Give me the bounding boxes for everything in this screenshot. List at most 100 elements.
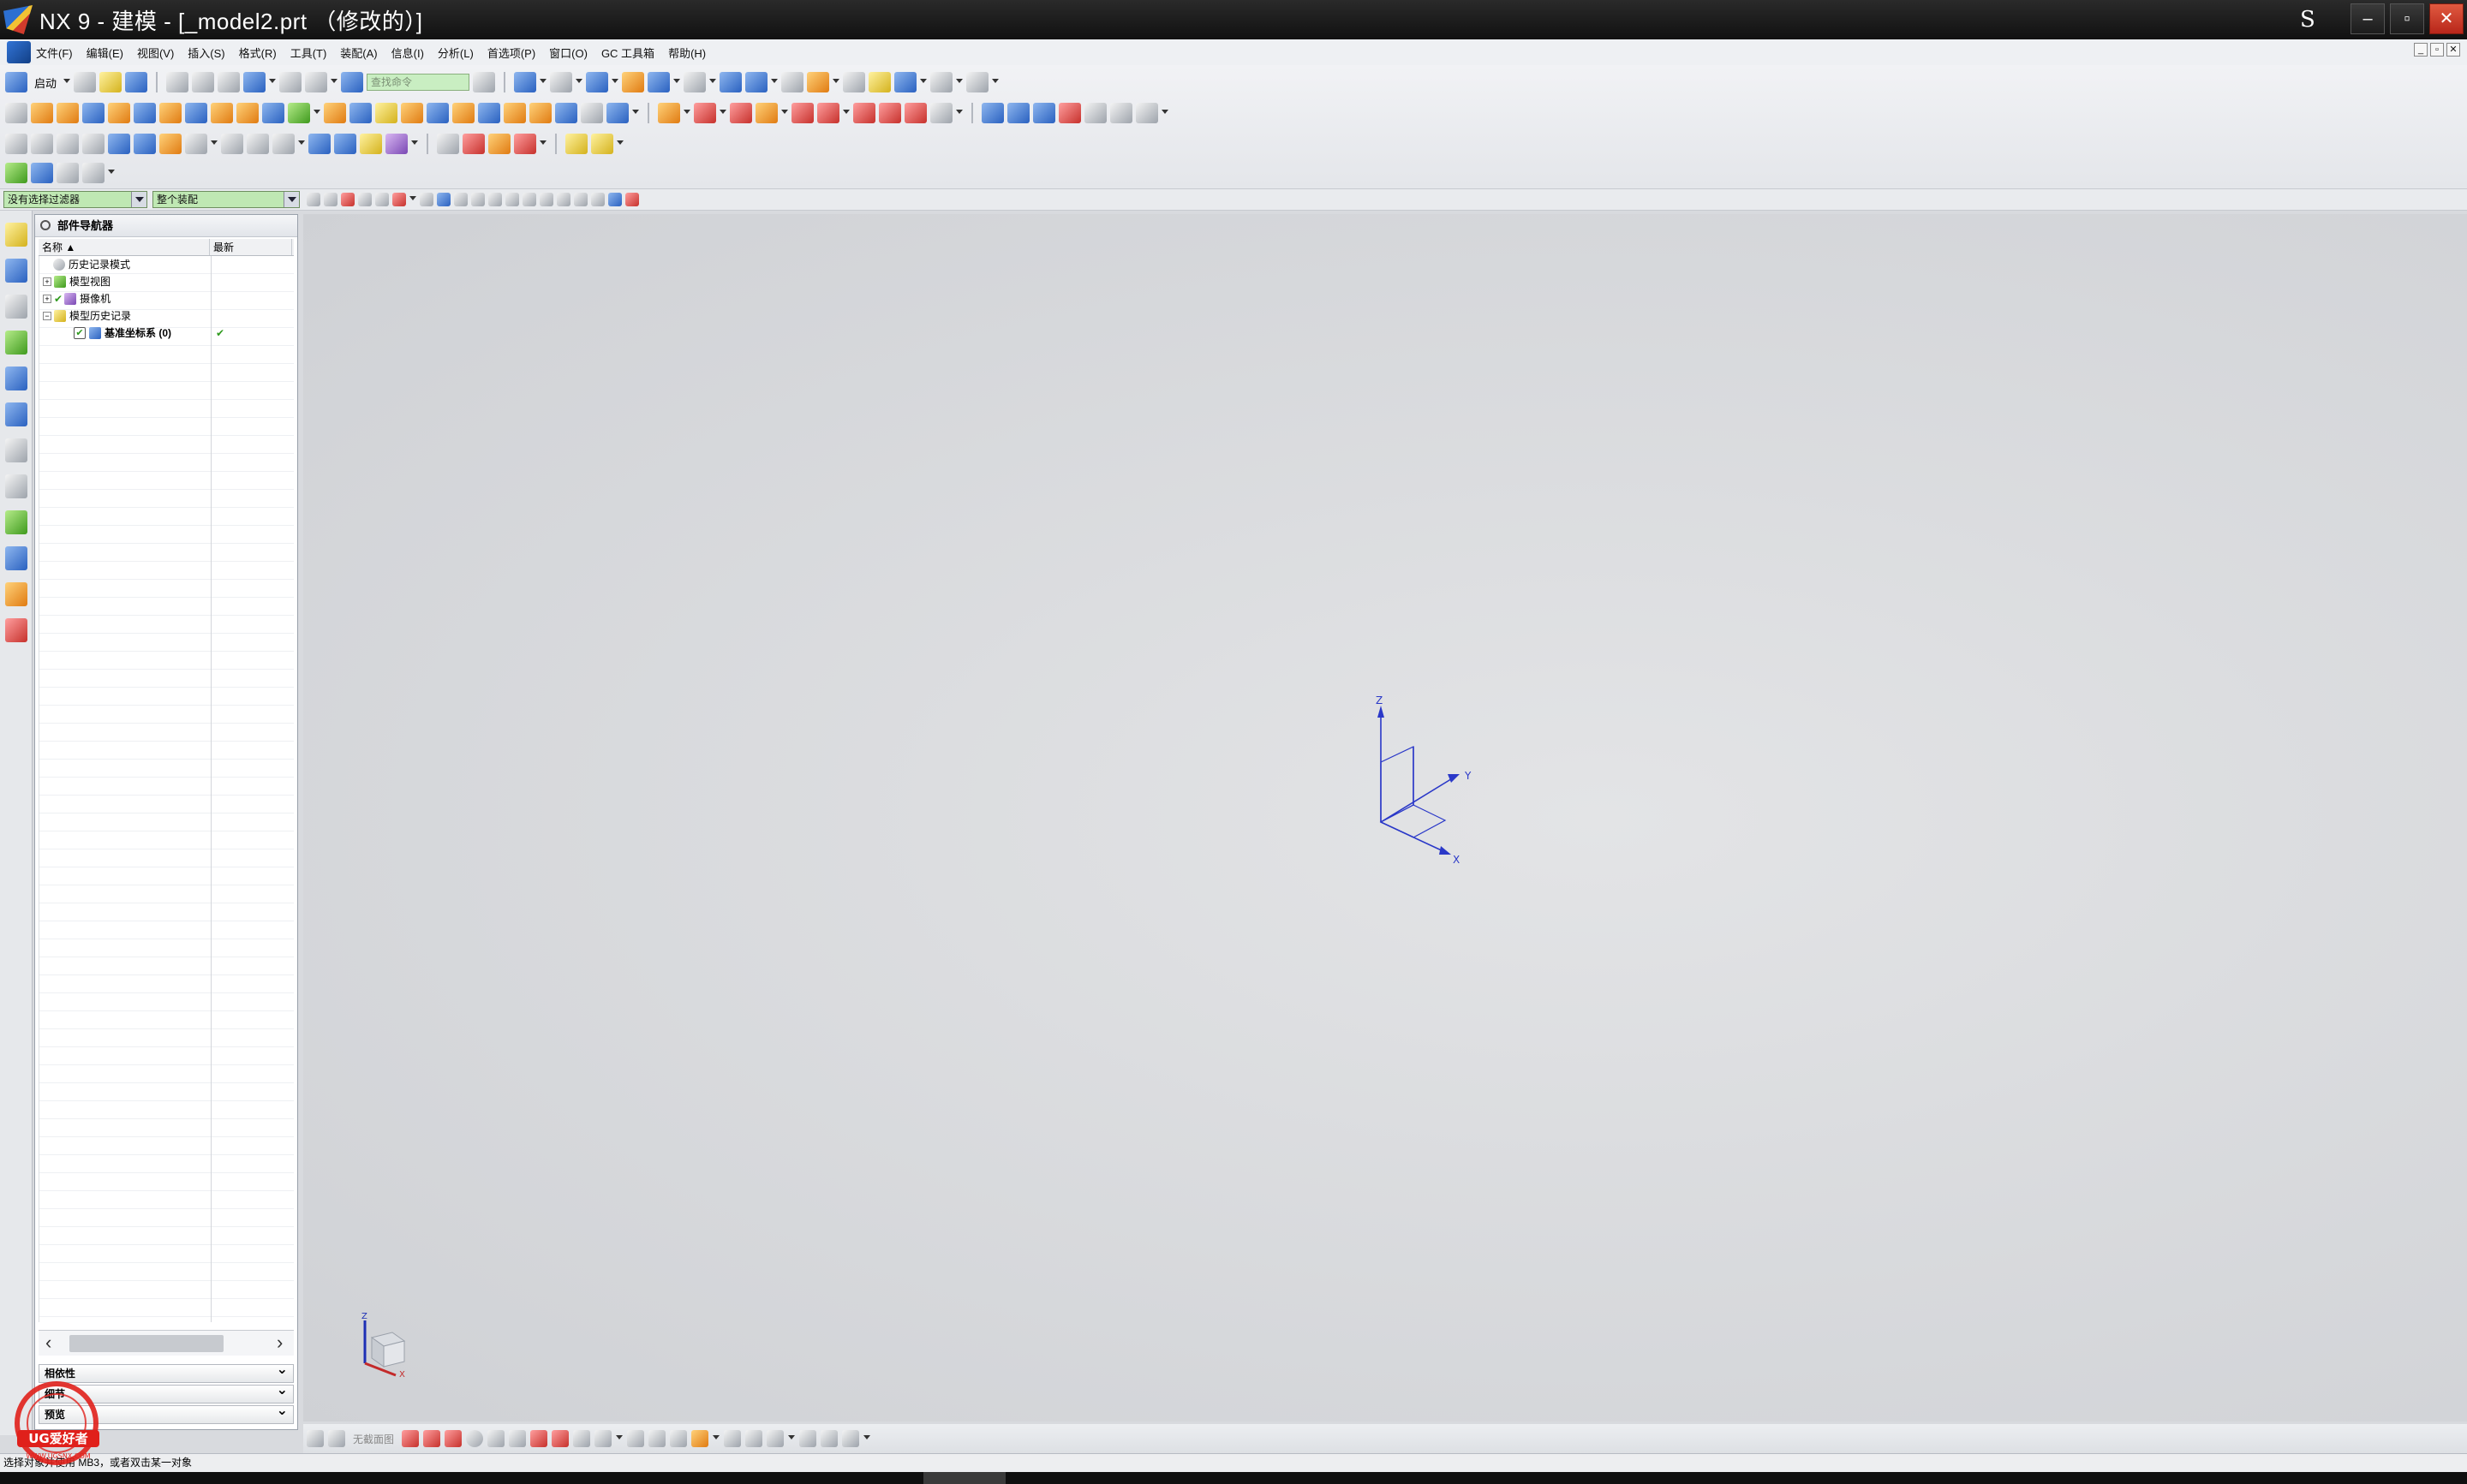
repeat-command-icon[interactable]: [305, 72, 328, 92]
offset-curve-icon[interactable]: [594, 1430, 612, 1447]
scale-body-icon[interactable]: [504, 103, 526, 123]
nx-menu-icon[interactable]: [7, 41, 31, 63]
clip-section-icon[interactable]: [328, 1430, 345, 1447]
update-icon[interactable]: [185, 134, 207, 154]
start-icon[interactable]: [5, 72, 27, 92]
cylinder-icon[interactable]: [108, 103, 130, 123]
dropdown-icon[interactable]: [298, 140, 305, 147]
column-header-name[interactable]: 名称 ▲: [39, 239, 210, 255]
simulation-icon[interactable]: [591, 134, 613, 154]
hole-icon[interactable]: [185, 103, 207, 123]
swept-icon[interactable]: [1033, 103, 1055, 123]
tree-row-model-history[interactable]: − 模型历史记录: [39, 307, 294, 325]
menu-file[interactable]: 文件(F): [36, 45, 73, 61]
history-tab-icon[interactable]: [5, 438, 27, 462]
pmi-icon[interactable]: [334, 134, 356, 154]
doc-minimize-icon[interactable]: _: [2414, 43, 2428, 57]
analysis-icon[interactable]: [869, 72, 892, 92]
motion-icon[interactable]: [565, 134, 588, 154]
dropdown-icon[interactable]: [540, 140, 547, 147]
command-search-input[interactable]: 查找命令: [367, 74, 470, 91]
dropdown-icon[interactable]: [709, 79, 717, 86]
ruled-icon[interactable]: [1084, 103, 1107, 123]
section-view-icon[interactable]: [514, 134, 536, 154]
system-scenes-tab-icon[interactable]: [5, 618, 27, 642]
menu-window[interactable]: 窗口(O): [549, 45, 588, 61]
dropdown-icon[interactable]: [211, 140, 218, 147]
bounded-grid-point-icon[interactable]: [625, 193, 639, 206]
expression-icon[interactable]: [108, 134, 130, 154]
drawing-sheet-icon[interactable]: [463, 134, 485, 154]
enable-snap-point-icon[interactable]: [454, 193, 468, 206]
wave-geometry-linker-icon[interactable]: [82, 134, 105, 154]
wcs-dynamics-icon[interactable]: [745, 72, 768, 92]
datum-plane-icon[interactable]: [606, 103, 629, 123]
redo-icon[interactable]: [279, 72, 302, 92]
assembly-navigator-icon[interactable]: [5, 134, 27, 154]
body-select-icon[interactable]: [437, 193, 451, 206]
dropdown-icon[interactable]: [576, 79, 583, 86]
dropdown-icon[interactable]: [108, 170, 115, 176]
pad-icon[interactable]: [262, 103, 284, 123]
expand-icon[interactable]: +: [43, 277, 51, 286]
menu-analysis[interactable]: 分析(L): [438, 45, 474, 61]
mirror-icon[interactable]: [581, 103, 603, 123]
minimize-button[interactable]: –: [2351, 3, 2385, 34]
offset-face-icon[interactable]: [478, 103, 500, 123]
snap-point-icon[interactable]: [807, 72, 830, 92]
paste-icon[interactable]: [218, 72, 241, 92]
cut-icon[interactable]: [166, 72, 189, 92]
mid-point-icon[interactable]: [488, 193, 502, 206]
spreadsheet-icon[interactable]: [134, 134, 156, 154]
tree-row-datum-csys[interactable]: ✔ 基准坐标系 (0) ✔: [39, 325, 294, 342]
auto-constrain-icon[interactable]: [767, 1430, 785, 1447]
fillet-icon[interactable]: [487, 1430, 505, 1447]
convert-reference-icon[interactable]: [821, 1430, 839, 1447]
alternate-solution-icon[interactable]: [842, 1430, 860, 1447]
web-browser-tab-icon[interactable]: [5, 402, 27, 426]
edge-blend-icon[interactable]: [375, 103, 397, 123]
menu-gc-toolbox[interactable]: GC 工具箱: [601, 45, 654, 61]
revolve-icon[interactable]: [57, 103, 79, 123]
dropdown-icon[interactable]: [331, 79, 338, 86]
thicken-icon[interactable]: [529, 103, 552, 123]
dropdown-icon[interactable]: [992, 79, 1000, 86]
circle-icon[interactable]: [466, 1430, 484, 1447]
view-section-icon[interactable]: [307, 1430, 324, 1447]
doc-restore-icon[interactable]: ▫: [2430, 43, 2444, 57]
dropdown-icon[interactable]: [673, 79, 681, 86]
scroll-right-icon[interactable]: ›: [277, 1333, 283, 1352]
dropdown-icon[interactable]: [684, 110, 690, 116]
show-constraints-icon[interactable]: [745, 1430, 763, 1447]
pattern-icon[interactable]: [555, 103, 577, 123]
quick-trim-icon[interactable]: [627, 1430, 645, 1447]
menu-information[interactable]: 信息(I): [391, 45, 424, 61]
dropdown-icon[interactable]: [956, 110, 963, 116]
unite-icon[interactable]: [288, 103, 310, 123]
drafting-icon[interactable]: [308, 134, 331, 154]
dropdown-icon[interactable]: [411, 140, 418, 147]
block-icon[interactable]: [82, 103, 105, 123]
selection-intent-icon[interactable]: [341, 193, 355, 206]
system-materials-tab-icon[interactable]: [5, 474, 27, 498]
dropdown-icon[interactable]: [788, 1435, 796, 1442]
chevron-down-icon[interactable]: [284, 192, 299, 207]
general-selection-icon[interactable]: [307, 193, 320, 206]
doc-close-icon[interactable]: ✕: [2446, 43, 2460, 57]
scroll-left-icon[interactable]: ‹: [45, 1333, 51, 1352]
menu-tools[interactable]: 工具(T): [290, 45, 327, 61]
open-file-icon[interactable]: [99, 72, 122, 92]
undo-icon[interactable]: [243, 72, 266, 92]
arc-icon[interactable]: [445, 1430, 463, 1447]
part-navigator-tab-icon[interactable]: [5, 295, 27, 319]
resize-face-icon[interactable]: [817, 103, 839, 123]
expand-icon[interactable]: +: [43, 295, 51, 303]
scroll-thumb[interactable]: [69, 1335, 224, 1352]
edit-object-display-icon[interactable]: [622, 72, 645, 92]
through-curves-icon[interactable]: [982, 103, 1004, 123]
boss-icon[interactable]: [211, 103, 233, 123]
existing-point-icon[interactable]: [574, 193, 588, 206]
orient-view-icon[interactable]: [586, 72, 609, 92]
dropdown-icon[interactable]: [863, 1435, 871, 1442]
make-corner-icon[interactable]: [670, 1430, 688, 1447]
